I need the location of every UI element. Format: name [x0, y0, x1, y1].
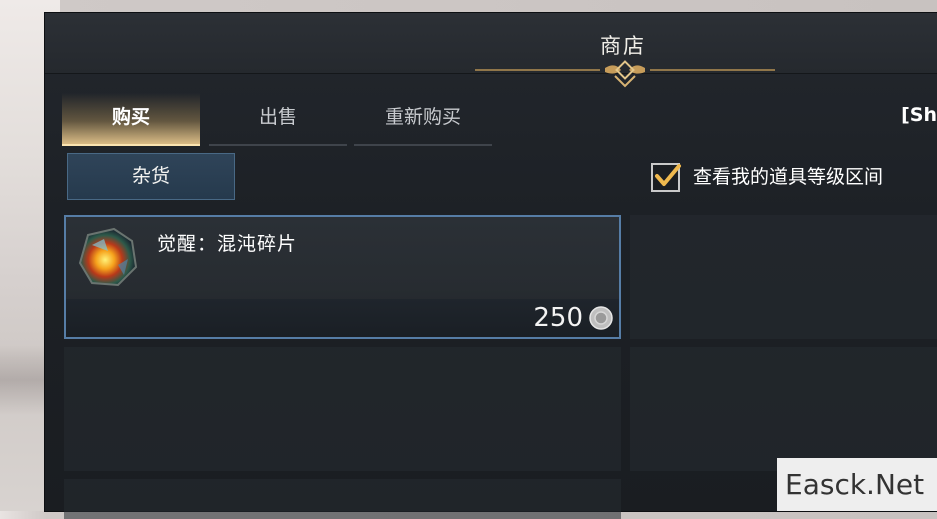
- category-button-general[interactable]: 杂货: [67, 153, 235, 200]
- item-price-bar: 250: [66, 299, 619, 337]
- watermark: Easck.Net: [777, 458, 937, 511]
- title-ornament: [475, 60, 775, 88]
- silver-coin-icon: [589, 306, 613, 330]
- chaos-fragment-icon: [74, 225, 140, 291]
- empty-slot: [630, 215, 937, 339]
- empty-slot: [630, 347, 937, 471]
- tab-buy[interactable]: 购买: [62, 93, 200, 146]
- tab-buyback[interactable]: 重新购买: [354, 93, 492, 146]
- empty-slot: [64, 479, 621, 519]
- tab-sell[interactable]: 出售: [209, 93, 347, 146]
- item-price: 250: [533, 303, 583, 333]
- check-icon: [655, 164, 681, 186]
- filter-checkbox-label: 查看我的道具等级区间: [693, 166, 884, 188]
- shop-window: 商店 购买 出售 重新购买 [Sh 杂货 查看我的道具等级区间 觉醒：混沌碎片 …: [45, 13, 937, 519]
- server-tag: [Sh: [901, 104, 937, 126]
- empty-slot: [64, 347, 621, 471]
- shop-tabs: 购买 出售 重新购买: [62, 93, 522, 146]
- filter-checkbox[interactable]: [651, 163, 681, 192]
- item-name: 觉醒：混沌碎片: [157, 233, 298, 255]
- window-title: 商店: [600, 34, 646, 58]
- shop-item-card[interactable]: 觉醒：混沌碎片 250: [64, 215, 621, 339]
- item-level-filter[interactable]: 查看我的道具等级区间: [651, 161, 937, 195]
